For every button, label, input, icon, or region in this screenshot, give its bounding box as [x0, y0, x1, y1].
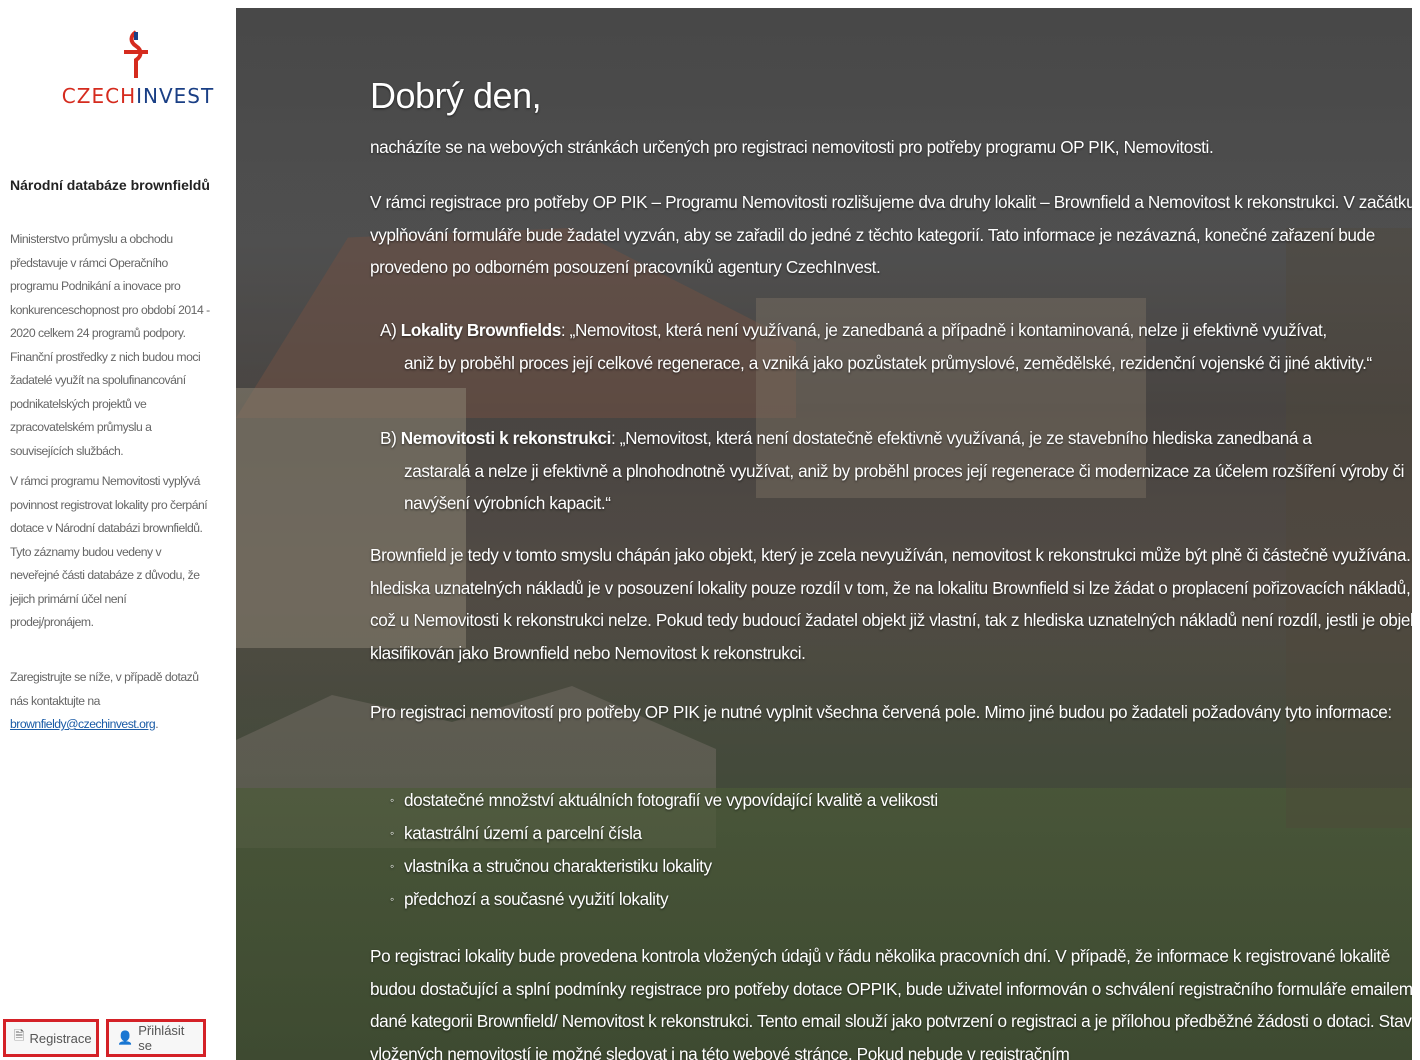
user-icon: 👤: [117, 1030, 134, 1045]
czechinvest-logo[interactable]: CZECHINVEST: [58, 30, 218, 110]
login-button-label: Přihlásit se: [138, 1023, 185, 1053]
logo-text-invest: INVEST: [136, 84, 215, 108]
document-icon: 🗎: [14, 1028, 25, 1043]
item-b-prefix: B): [380, 428, 397, 448]
item-a-line1: : „Nemovitost, která není využívaná, je …: [560, 320, 1327, 340]
list-item: ◦ předchozí a současné využití lokality: [390, 883, 938, 916]
item-a-continuation: aniž by proběhl proces její celkové rege…: [404, 352, 1372, 373]
item-a-label: Lokality Brownfields: [400, 320, 561, 340]
register-button[interactable]: 🗎 Registrace: [3, 1019, 99, 1057]
registration-process-paragraph: Po registraci lokality bude provedena ko…: [370, 946, 1412, 1060]
item-a-prefix: A): [380, 320, 397, 340]
list-item: ◦ vlastníka a stručnou charakteristiku lo…: [390, 850, 938, 883]
list-item-text: dostatečné množství aktuálních fotografi…: [404, 790, 938, 811]
sidebar-contact-end: .: [155, 717, 159, 731]
login-button[interactable]: 👤 Přihlásit se: [106, 1019, 206, 1057]
list-item-text: katastrální území a parcelní čísla: [404, 823, 642, 844]
sidebar-paragraph-3: Zaregistrujte se níže, v případě dotazů …: [10, 666, 210, 737]
register-button-label: Registrace: [29, 1030, 92, 1046]
sidebar-paragraph-1: Ministerstvo průmyslu a obchodu představ…: [10, 232, 210, 458]
category-item-brownfields: A) Lokality Brownfields: „Nemovitost, kt…: [380, 314, 1412, 379]
logo-text: CZECHINVEST: [58, 84, 218, 108]
categories-paragraph: V rámci registrace pro potřeby OP PIK – …: [370, 192, 1412, 277]
greeting-heading: Dobrý den,: [370, 75, 542, 116]
logo-text-czech: CZECH: [61, 84, 137, 108]
list-item-text: předchozí a současné využití lokality: [404, 889, 669, 910]
list-item-text: vlastníka a stručnou charakteristiku lok…: [404, 856, 712, 877]
item-b-continuation: zastaralá a nelze ji efektivně a plnohod…: [404, 460, 1405, 514]
category-item-rekonstrukce: B) Nemovitosti k rekonstrukci: „Nemovito…: [380, 422, 1412, 520]
list-item: ◦ katastrální území a parcelní čísla: [390, 817, 938, 850]
hero-background: Dobrý den, nacházíte se na webových strá…: [236, 8, 1412, 1060]
bullet-icon: ◦: [390, 826, 394, 841]
bullet-icon: ◦: [390, 793, 394, 808]
czechinvest-logo-icon: [124, 30, 148, 78]
sidebar-paragraph-2: V rámci programu Nemovitosti vyplývá pov…: [10, 474, 208, 629]
item-b-line1: : „Nemovitost, která není dostatečně efe…: [611, 428, 1312, 448]
list-item: ◦ dostatečné množství aktuálních fotograf…: [390, 784, 938, 817]
required-info-paragraph: Pro registraci nemovitostí pro potřeby O…: [370, 702, 1392, 722]
item-b-label: Nemovitosti k rekonstrukci: [400, 428, 612, 448]
sidebar-contact-text: Zaregistrujte se níže, v případě dotazů …: [10, 670, 199, 708]
bullet-icon: ◦: [390, 859, 394, 874]
sidebar-title: Národní databáze brownfieldů: [10, 177, 210, 193]
brownfield-explanation-paragraph: Brownfield je tedy v tomto smyslu chápán…: [370, 545, 1412, 663]
required-info-list: ◦ dostatečné množství aktuálních fotograf…: [390, 784, 938, 916]
intro-paragraph: nacházíte se na webových stránkách určen…: [370, 137, 1214, 157]
bullet-icon: ◦: [390, 892, 394, 907]
sidebar: CZECHINVEST Národní databáze brownfieldů…: [0, 0, 236, 1060]
contact-email-link[interactable]: brownfieldy@czechinvest.org: [10, 717, 156, 731]
